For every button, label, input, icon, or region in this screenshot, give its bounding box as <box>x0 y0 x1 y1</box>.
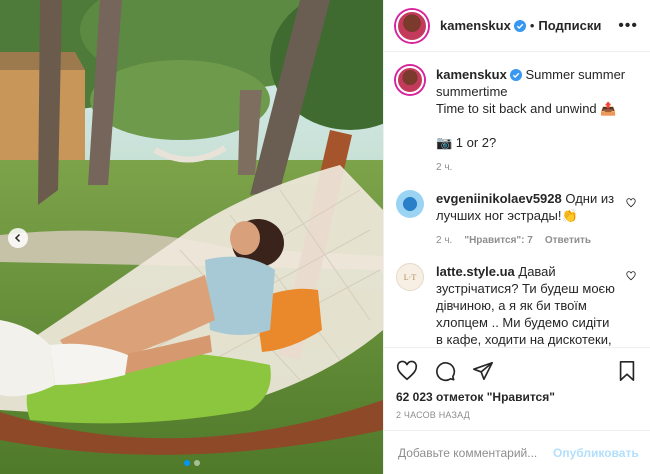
carousel-dot <box>183 460 190 466</box>
carousel-indicator <box>0 460 383 466</box>
reply-button[interactable]: Ответить <box>545 232 591 249</box>
follow-button[interactable]: Подписки <box>538 18 601 33</box>
post-header: kamenskux • Подписки ••• <box>384 0 650 52</box>
post-timestamp[interactable]: 2 ЧАСОВ НАЗАД <box>396 410 638 420</box>
post-actions: 62 023 отметок "Нравится" 2 ЧАСОВ НАЗАД <box>384 347 650 420</box>
share-button[interactable] <box>472 360 494 382</box>
like-button[interactable] <box>396 360 418 382</box>
heart-icon <box>396 360 418 381</box>
add-comment-bar: Опубликовать <box>384 430 650 474</box>
likes-count[interactable]: 62 023 отметок "Нравится" <box>396 390 638 404</box>
post-photo[interactable] <box>0 0 383 474</box>
comment-likes[interactable]: "Нравится": 7 <box>464 232 533 249</box>
comment-input[interactable] <box>398 445 553 460</box>
chevron-left-icon <box>14 233 21 243</box>
commenter-avatar[interactable]: L·T <box>396 263 424 291</box>
comment-username[interactable]: latte.style.ua <box>436 264 515 279</box>
share-icon <box>473 361 493 381</box>
verified-icon <box>513 19 526 32</box>
post-side-panel: kamenskux • Подписки ••• kamenskux Summe… <box>383 0 650 474</box>
publish-button[interactable]: Опубликовать <box>553 446 639 460</box>
caption: kamenskux Summer summer summertime Time … <box>396 66 636 176</box>
comment-item: evgeniinikolaev5928 Одни из лучших ног э… <box>396 190 636 249</box>
carousel-dot <box>193 460 200 466</box>
author-avatar[interactable] <box>396 66 424 94</box>
comments-list[interactable]: kamenskux Summer summer summertime Time … <box>384 52 650 347</box>
comment-username[interactable]: evgeniinikolaev5928 <box>436 191 562 206</box>
heart-icon[interactable] <box>626 271 636 281</box>
caption-age[interactable]: 2 ч. <box>436 159 452 176</box>
author-avatar[interactable] <box>396 9 428 42</box>
bookmark-icon <box>619 361 635 381</box>
heart-icon[interactable] <box>626 198 636 208</box>
comment-button[interactable] <box>434 360 456 382</box>
comment-icon <box>436 362 456 382</box>
commenter-avatar[interactable] <box>396 190 424 218</box>
carousel-prev-button[interactable] <box>8 228 28 248</box>
caption-username[interactable]: kamenskux <box>436 67 507 82</box>
save-button[interactable] <box>616 360 638 382</box>
header-separator: • <box>529 18 535 33</box>
author-username[interactable]: kamenskux <box>440 18 511 33</box>
instagram-post: kamenskux • Подписки ••• kamenskux Summe… <box>0 0 650 474</box>
verified-icon <box>509 69 522 81</box>
photo-scene <box>0 0 383 474</box>
comment-item: L·T latte.style.ua Давай зустрічатися? Т… <box>396 263 636 347</box>
more-icon[interactable]: ••• <box>618 17 638 35</box>
comment-age[interactable]: 2 ч. <box>436 232 452 249</box>
